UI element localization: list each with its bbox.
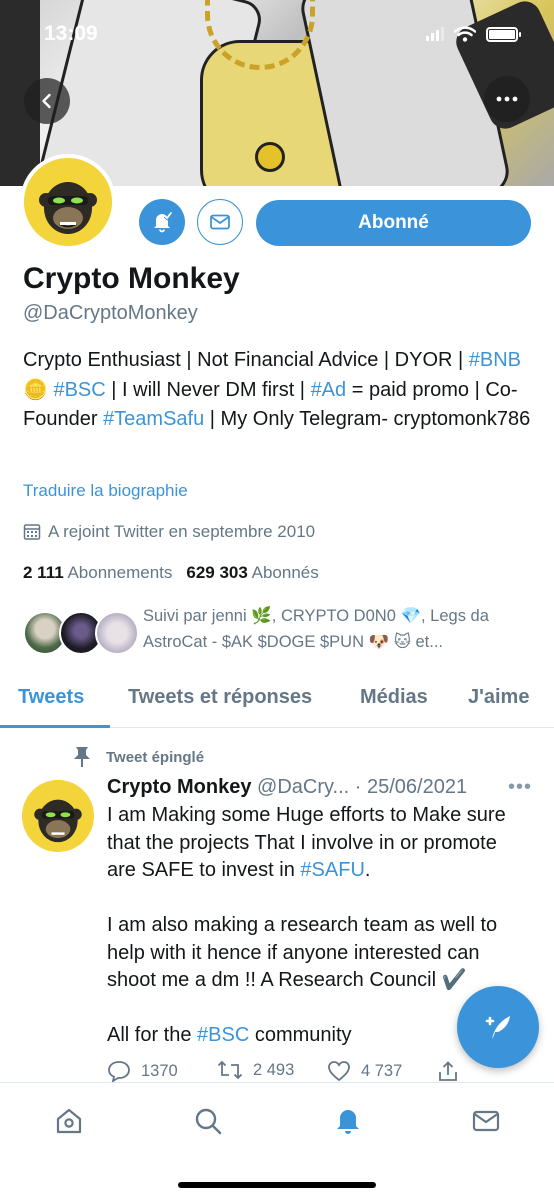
messages-icon [472,1110,500,1132]
nav-home[interactable] [49,1101,89,1141]
profile-tabs: Tweets Tweets et réponses Médias J'aime [0,672,554,728]
nav-messages[interactable] [466,1101,506,1141]
bell-icon [154,211,173,233]
hashtag-safu[interactable]: #SAFU [300,859,364,881]
follower-avatar-3 [95,611,139,655]
bio-text: | I will Never DM first | [105,378,311,401]
reply-icon [108,1061,130,1082]
more-icon [496,96,518,102]
profile-bio: Crypto Enthusiast | Not Financial Advice… [23,346,533,435]
like-count: 4 737 [361,1061,403,1080]
compose-tweet-button[interactable] [457,986,539,1068]
profile-avatar[interactable] [20,154,116,250]
status-time: 13:09 [44,22,98,45]
hashtag-ad[interactable]: #Ad [311,379,347,401]
joined-date: A rejoint Twitter en septembre 2010 [23,522,315,542]
monkey-avatar-image [24,158,112,246]
like-icon [328,1061,350,1082]
hashtag-teamsafu[interactable]: #TeamSafu [103,408,204,430]
share-icon [439,1061,457,1081]
tweet-date: 25/06/2021 [366,776,468,798]
bio-text: Crypto Enthusiast | Not Financial Advice… [23,349,469,371]
calendar-icon [23,524,41,540]
following-button[interactable]: Abonné [256,200,531,246]
profile-display-name: Crypto Monkey [23,262,240,295]
followers-label: Abonnés [251,563,319,582]
follow-stats: 2 111 Abonnements 629 303 Abonnés [23,563,319,583]
active-tab-indicator [0,725,110,728]
reply-count: 1370 [141,1061,178,1080]
share-button[interactable] [437,1060,459,1082]
pin-icon [74,747,90,767]
bnb-emoji: 🪙 [23,378,48,401]
back-button[interactable] [24,78,70,124]
mail-icon [210,214,230,230]
tweet-header: Crypto Monkey @DaCry... · 25/06/2021 [107,776,468,798]
search-icon [195,1108,222,1135]
joined-text: A rejoint Twitter en septembre 2010 [48,522,316,541]
home-indicator [178,1182,376,1188]
translate-bio-link[interactable]: Traduire la biographie [23,481,188,501]
compose-icon [485,1016,510,1039]
notifications-icon [337,1110,359,1134]
hashtag-bsc[interactable]: #BSC [53,379,105,401]
following-label: Abonnements [67,563,173,582]
back-arrow-icon [42,93,51,109]
tab-tweets-and-replies[interactable]: Tweets et réponses [128,686,312,709]
followers-stat[interactable]: 629 303 Abonnés [186,563,318,583]
retweet-icon [217,1060,243,1080]
tab-media[interactable]: Médias [360,686,428,709]
battery-icon [486,26,521,42]
nav-notifications[interactable] [328,1101,368,1141]
tweet-author-avatar[interactable] [22,780,94,852]
more-options-button[interactable] [484,76,530,122]
following-count: 2 111 [23,563,64,582]
bio-text: | My Only Telegram- cryptomonk786 [204,408,531,430]
retweet-button[interactable]: 2 493 [217,1060,294,1080]
tab-likes[interactable]: J'aime [468,686,529,709]
profile-handle: @DaCryptoMonkey [23,302,198,324]
hashtag-bsc[interactable]: #BSC [197,1024,249,1046]
message-button[interactable] [197,199,243,245]
wifi-icon [454,26,476,42]
following-stat[interactable]: 2 111 Abonnements [23,563,172,583]
tab-tweets[interactable]: Tweets [18,686,84,709]
signal-icon [426,27,444,41]
monkey-avatar-image [22,780,94,852]
tweet-more-icon[interactable]: ••• [508,776,532,799]
notifications-toggle-button[interactable] [139,199,185,245]
reply-button[interactable]: 1370 [107,1060,178,1082]
tweet-author-name[interactable]: Crypto Monkey [107,776,251,798]
tweet-author-handle[interactable]: @DaCry... [257,776,349,798]
status-icons [426,26,521,42]
pinned-tweet-label: Tweet épinglé [72,746,204,768]
followed-by-text: Suivi par jenni 🌿, CRYPTO D0N0 💎, Legs d… [143,607,489,651]
retweet-count: 2 493 [253,1060,295,1079]
home-icon [56,1108,82,1134]
followed-by-section[interactable]: Suivi par jenni 🌿, CRYPTO D0N0 💎, Legs d… [23,603,543,663]
like-button[interactable]: 4 737 [327,1060,402,1082]
followers-count: 629 303 [186,563,248,582]
nav-search[interactable] [188,1101,228,1141]
hashtag-bnb[interactable]: #BNB [469,349,521,371]
